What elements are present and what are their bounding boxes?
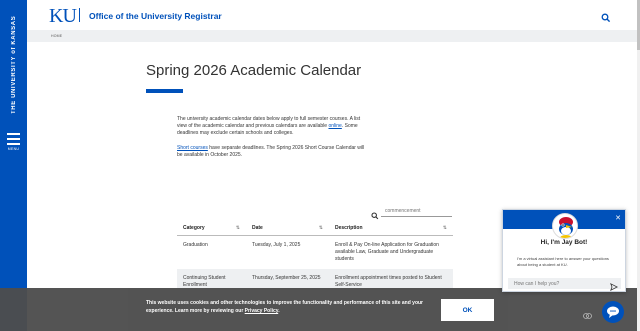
search-icon[interactable] bbox=[601, 10, 611, 23]
chat-widget: ✕ Hi, I'm Jay Bot! I'm a virtual assista… bbox=[502, 209, 626, 292]
cookie-message: This website uses cookies and other tech… bbox=[146, 300, 423, 314]
online-link[interactable]: online bbox=[328, 123, 341, 129]
calendar-table: Category ⇅ Date ⇅ Description ⇅ Graduation … bbox=[177, 221, 453, 295]
logo-divider bbox=[79, 8, 80, 22]
privacy-policy-link[interactable]: Privacy Policy bbox=[245, 308, 279, 314]
cell-date: Tuesday, July 1, 2025 bbox=[252, 241, 301, 248]
title-accent-rule bbox=[146, 89, 183, 93]
cookie-message-end: . bbox=[278, 308, 280, 314]
column-header-category[interactable]: Category ⇅ bbox=[177, 221, 246, 236]
jayhawk-avatar bbox=[552, 213, 578, 239]
table-search-icon bbox=[371, 207, 379, 220]
chat-bubble-icon bbox=[607, 306, 619, 318]
chat-input[interactable] bbox=[508, 278, 621, 289]
hamburger-icon-bar bbox=[7, 143, 20, 145]
cell-description: Enroll & Pay On-line Application for Gra… bbox=[335, 241, 439, 262]
send-icon[interactable] bbox=[610, 278, 619, 292]
cell-category: Graduation bbox=[183, 241, 208, 248]
column-header-description[interactable]: Description ⇅ bbox=[329, 221, 453, 236]
table-row: Graduation Tuesday, July 1, 2025 Enroll … bbox=[177, 235, 453, 269]
header-label: Category bbox=[183, 224, 205, 231]
chat-description: I'm a virtual assistant here to answer y… bbox=[517, 256, 609, 267]
page-title: Spring 2026 Academic Calendar bbox=[146, 62, 362, 79]
breadcrumb: HOME bbox=[27, 30, 637, 42]
hamburger-icon bbox=[7, 133, 20, 135]
site-header: KU Office of the University Registrar bbox=[27, 0, 637, 30]
cookie-text: This website uses cookies and other tech… bbox=[146, 299, 436, 315]
table-search-input[interactable] bbox=[381, 205, 452, 217]
chat-brand-watermark bbox=[583, 313, 592, 321]
header-label: Date bbox=[252, 224, 263, 231]
chat-greeting: Hi, I'm Jay Bot! bbox=[540, 239, 588, 246]
short-courses-link[interactable]: Short courses bbox=[177, 145, 208, 151]
cookie-banner: This website uses cookies and other tech… bbox=[0, 288, 637, 331]
short-courses-paragraph: Short courses have separate deadlines. T… bbox=[177, 145, 367, 159]
chat-launcher-button[interactable] bbox=[602, 301, 624, 323]
cookie-ok-button[interactable]: OK bbox=[441, 299, 494, 321]
sort-icon: ⇅ bbox=[318, 225, 323, 231]
hamburger-icon-bar bbox=[7, 138, 20, 140]
header-label: Description bbox=[335, 224, 363, 231]
breadcrumb-home[interactable]: HOME bbox=[51, 34, 62, 38]
intro-paragraph: The university academic calendar dates b… bbox=[177, 116, 367, 137]
menu-label: MENU bbox=[7, 147, 20, 151]
ku-logo[interactable]: KU bbox=[49, 5, 77, 28]
sort-icon: ⇅ bbox=[235, 225, 240, 231]
column-header-date[interactable]: Date ⇅ bbox=[246, 221, 329, 236]
close-icon[interactable]: ✕ bbox=[614, 215, 622, 223]
sort-icon: ⇅ bbox=[442, 225, 447, 231]
university-vertical-title[interactable]: THE UNIVERSITY of KANSAS bbox=[4, 10, 24, 120]
site-title[interactable]: Office of the University Registrar bbox=[89, 11, 222, 21]
